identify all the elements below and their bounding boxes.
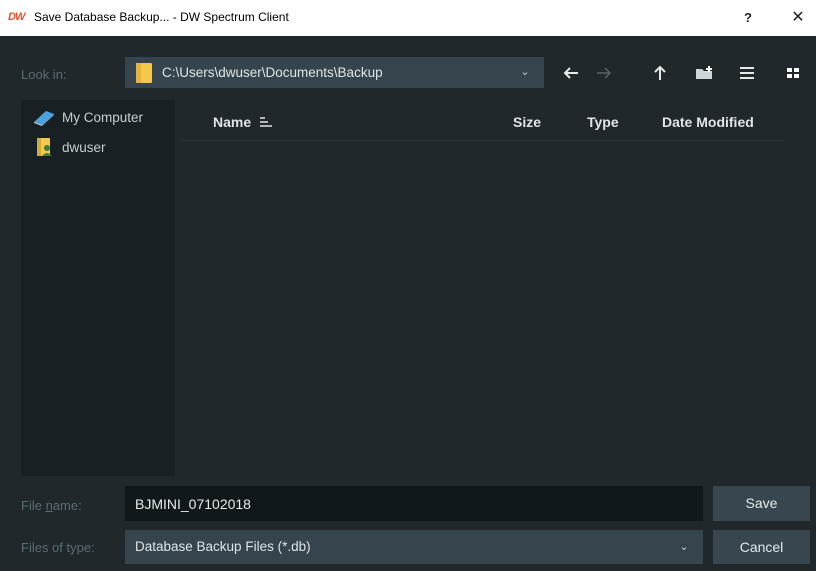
window-title: Save Database Backup... - DW Spectrum Cl… [34, 10, 289, 24]
arrow-left-icon [563, 67, 578, 79]
sort-indicator-icon [260, 117, 273, 127]
cancel-button[interactable]: Cancel [713, 530, 810, 564]
look-in-label: Look in: [21, 67, 67, 82]
arrow-up-icon [654, 65, 666, 80]
detail-view-button[interactable] [779, 58, 807, 88]
list-view-icon [740, 67, 754, 79]
new-folder-icon [696, 66, 712, 79]
list-view-button[interactable] [733, 58, 761, 88]
chevron-down-icon[interactable]: ⌄ [676, 538, 692, 556]
column-header-name[interactable]: Name [213, 114, 273, 130]
look-in-combobox[interactable]: C:\Users\dwuser\Documents\Backup ⌄ [125, 57, 544, 88]
save-button[interactable]: Save [713, 486, 810, 521]
file-name-label: File name: [21, 498, 82, 513]
file-type-combobox[interactable]: Database Backup Files (*.db) ⌄ [125, 530, 703, 564]
places-sidebar: My Computer dwuser [21, 100, 175, 476]
file-name-label-mnemonic: n [45, 498, 53, 513]
grid-view-icon [787, 68, 799, 78]
close-button[interactable]: ✕ [786, 6, 810, 30]
chevron-down-icon[interactable]: ⌄ [517, 63, 533, 81]
sidebar-item-my-computer[interactable]: My Computer [21, 106, 175, 128]
app-logo-icon: DW [8, 11, 25, 23]
column-header-type[interactable]: Type [587, 114, 619, 130]
sidebar-item-label: My Computer [62, 109, 144, 125]
user-folder-icon [31, 137, 57, 157]
column-name-label: Name [213, 114, 252, 130]
folder-icon [135, 62, 153, 83]
title-bar: DW Save Database Backup... - DW Spectrum… [0, 0, 816, 36]
computer-icon [31, 107, 57, 127]
column-header-date-modified[interactable]: Date Modified [662, 114, 754, 130]
help-button[interactable]: ? [736, 6, 760, 30]
look-in-path: C:\Users\dwuser\Documents\Backup [162, 65, 383, 80]
up-folder-button[interactable] [646, 58, 674, 88]
file-type-label: Files of type: [21, 540, 95, 555]
arrow-right-icon [597, 67, 612, 79]
file-type-value: Database Backup Files (*.db) [135, 539, 311, 554]
file-name-label-suffix: ame: [52, 498, 82, 513]
file-list[interactable]: Name Size Type Date Modified [181, 100, 783, 476]
column-header-size[interactable]: Size [513, 114, 541, 130]
file-name-label-prefix: File [21, 498, 46, 513]
sidebar-item-label: dwuser [62, 139, 106, 155]
sidebar-item-dwuser[interactable]: dwuser [21, 136, 175, 158]
back-button[interactable] [557, 58, 585, 88]
forward-button[interactable] [590, 58, 618, 88]
new-folder-button[interactable] [691, 58, 719, 88]
file-list-header: Name Size Type Date Modified [181, 100, 783, 141]
file-name-input[interactable] [125, 486, 703, 521]
